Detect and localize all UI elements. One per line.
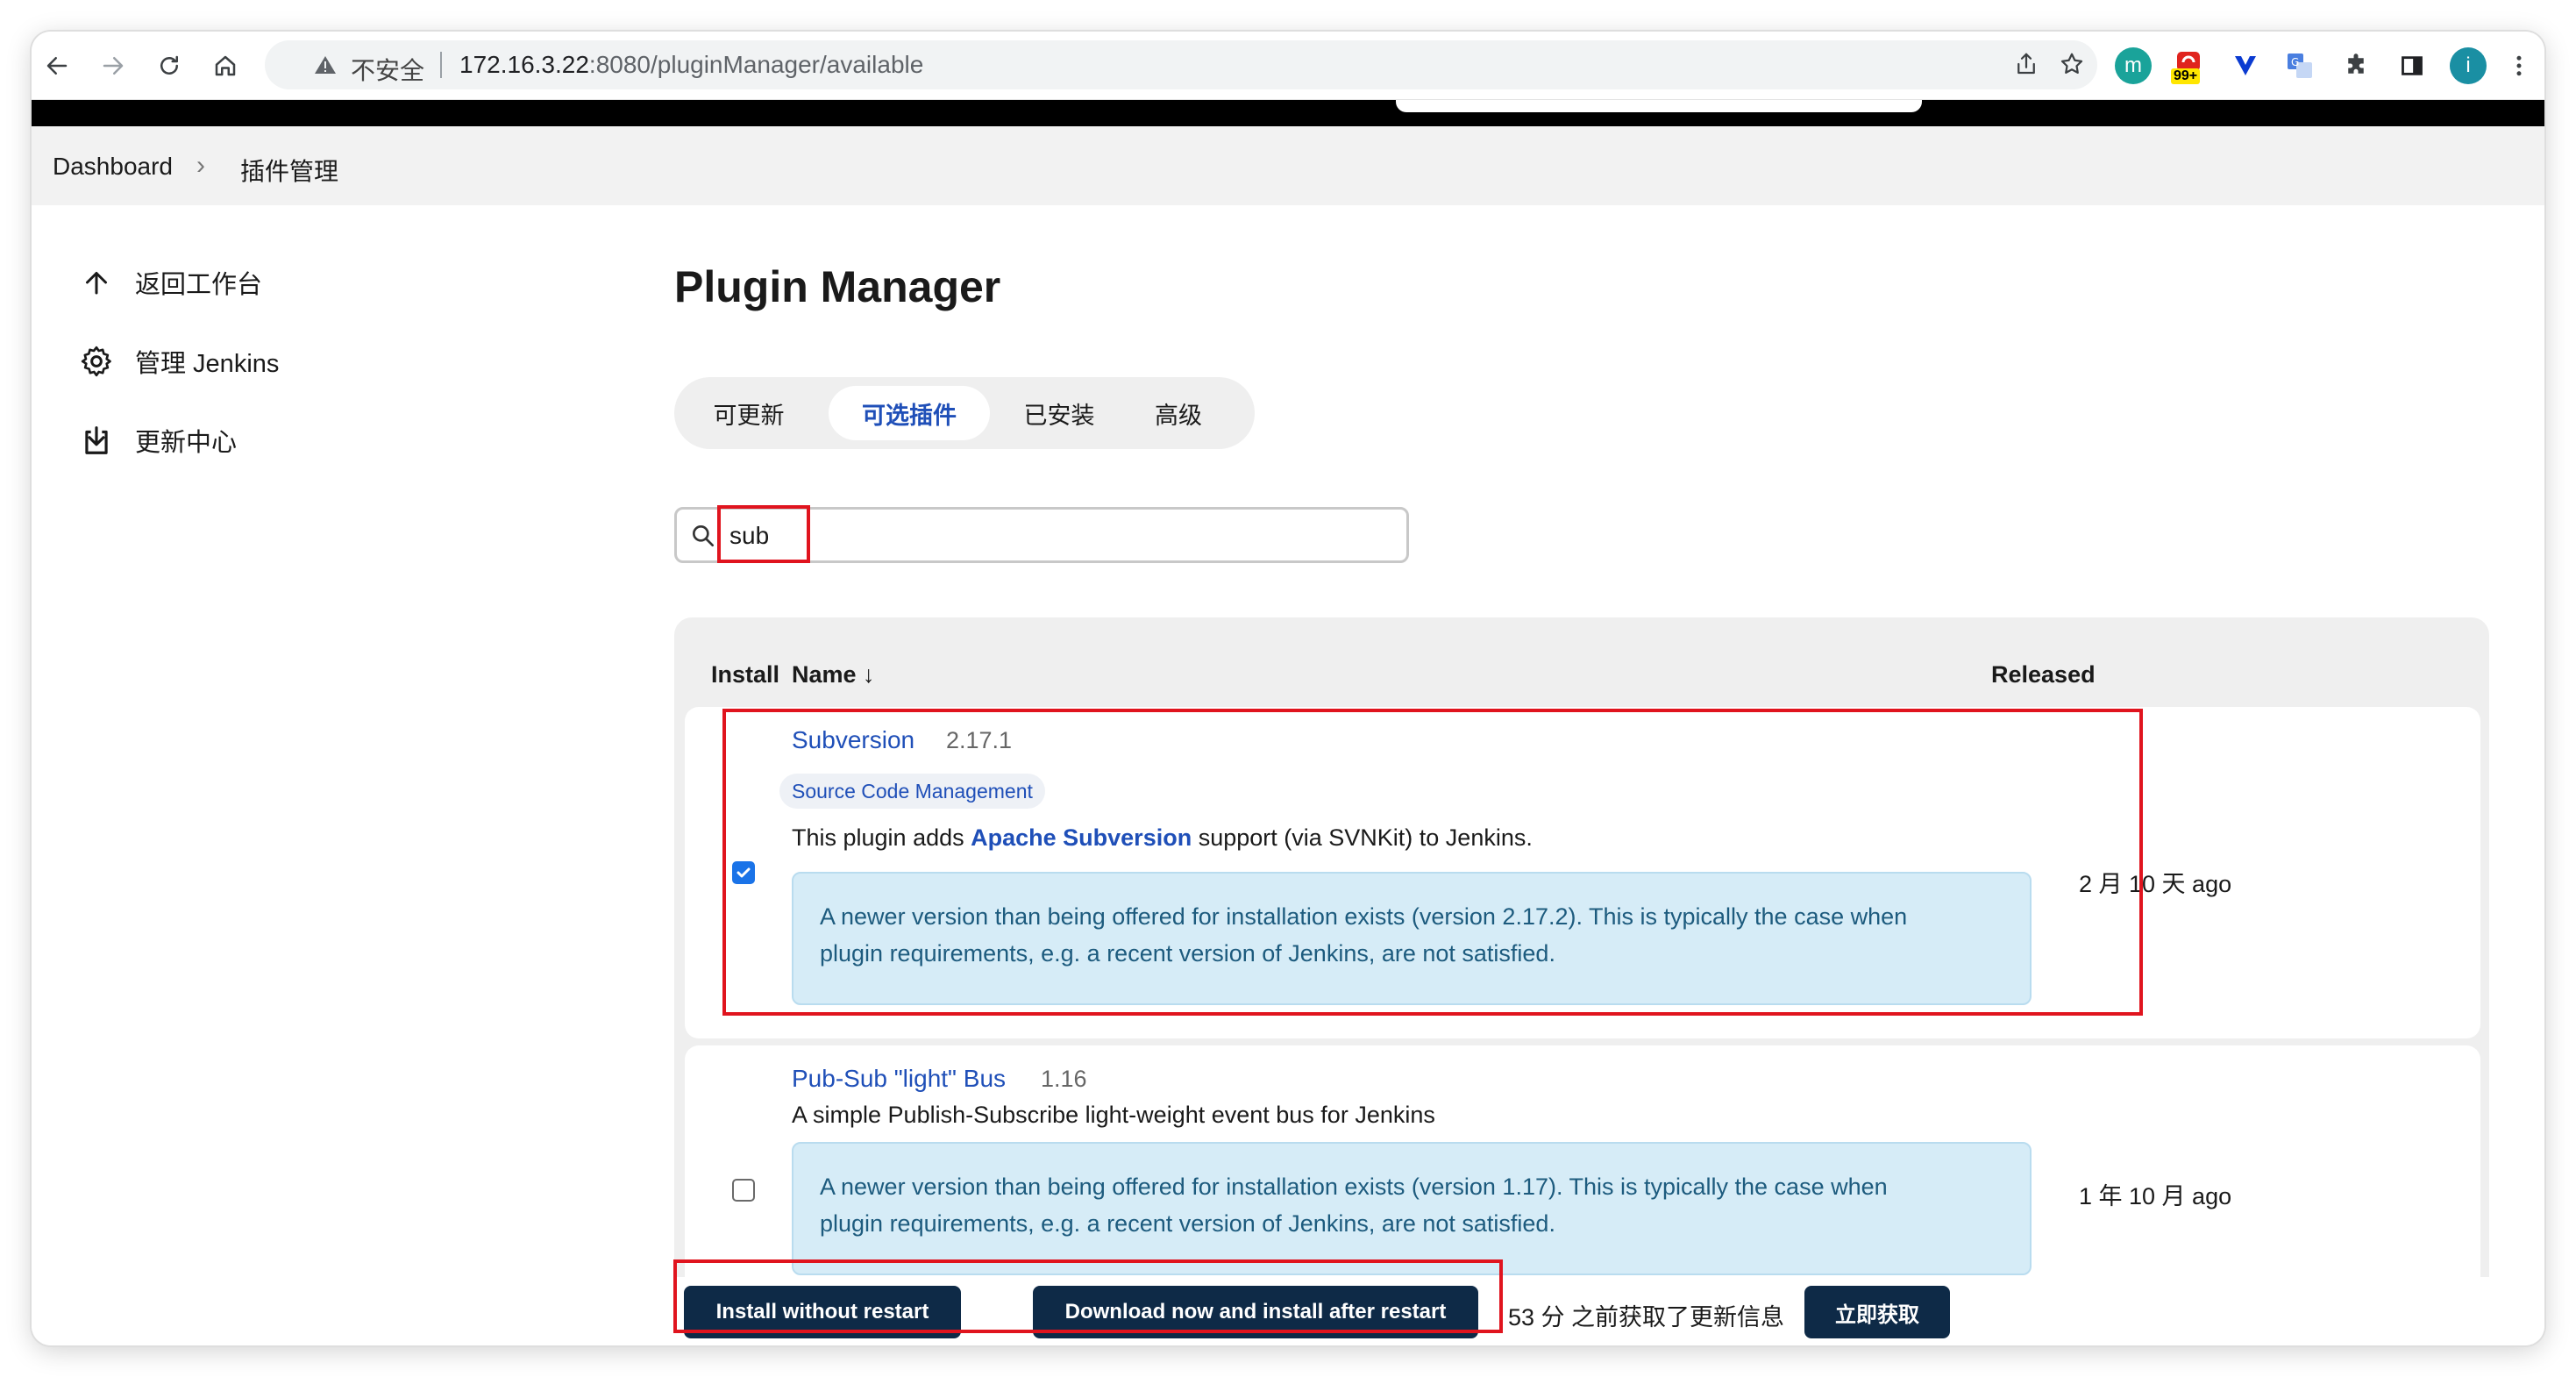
table-row: Subversion 2.17.1 Source Code Management… [685, 707, 2480, 1038]
kebab-menu-icon[interactable] [2502, 49, 2536, 82]
side-panel-icon[interactable] [2394, 47, 2430, 84]
table-row: Pub-Sub "light" Bus 1.16 A simple Publis… [685, 1045, 2480, 1302]
plugin-description: A simple Publish-Subscribe light-weight … [792, 1102, 1435, 1128]
breadcrumb-plugin-manager[interactable]: 插件管理 [240, 153, 338, 188]
svg-text:G: G [2291, 56, 2299, 68]
plugin-version: 2.17.1 [946, 727, 1013, 753]
description-text: support (via SVNKit) to Jenkins. [1192, 824, 1533, 851]
released-date: 2 月 10 天 ago [2079, 871, 2232, 897]
install-checkbox[interactable] [732, 1179, 755, 1202]
sidebar-item-update-center[interactable]: 更新中心 [77, 414, 237, 467]
puzzle-icon[interactable] [2338, 47, 2374, 84]
sidebar-item-label: 管理 Jenkins [135, 350, 280, 378]
browser-window: 不安全 172.16.3.22:8080/pluginManager/avail… [32, 32, 2544, 1345]
chevron-right-icon: › [196, 151, 205, 180]
warning-icon [314, 54, 337, 80]
share-icon[interactable] [2010, 47, 2043, 81]
released-date: 1 年 10 月 ago [2079, 1183, 2232, 1209]
notice-line: A newer version than being offered for i… [820, 1174, 1888, 1200]
profile-avatar-icon[interactable]: i [2450, 47, 2487, 84]
translate-icon[interactable]: G [2281, 47, 2318, 84]
url-host: 172.16.3.22 [459, 51, 589, 78]
update-info-status: 53 分 之前获取了更新信息 [1508, 1304, 1785, 1331]
category-tag[interactable]: Source Code Management [779, 774, 1045, 809]
fetch-now-button[interactable]: 立即获取 [1804, 1286, 1950, 1338]
extension-badge-count: 99+ [2171, 68, 2201, 84]
url-text: 172.16.3.22:8080/pluginManager/available [459, 51, 923, 79]
tab-available[interactable]: 可选插件 [829, 386, 990, 440]
insecure-label: 不安全 [351, 57, 425, 84]
tab-updates[interactable]: 可更新 [692, 386, 806, 440]
apache-subversion-link[interactable]: Apache Subversion [971, 824, 1192, 851]
gear-icon [77, 342, 116, 381]
sidebar-item-back-to-dashboard[interactable]: 返回工作台 [77, 256, 262, 309]
download-icon [77, 421, 116, 460]
notice-line: plugin requirements, e.g. a recent versi… [820, 940, 1555, 967]
plugin-name-link[interactable]: Subversion [792, 726, 914, 754]
sidebar-item-label: 更新中心 [135, 429, 238, 457]
reload-icon[interactable] [153, 49, 186, 82]
header-search-field[interactable] [1396, 100, 1922, 112]
url-path: :8080/pluginManager/available [588, 51, 924, 78]
bottom-action-bar: Install without restart Download now and… [32, 1277, 2544, 1345]
tab-bar: 可更新 可选插件 已安装 高级 [674, 377, 1255, 449]
back-icon[interactable] [40, 49, 74, 82]
breadcrumb-dashboard[interactable]: Dashboard [53, 153, 173, 181]
notice-line: plugin requirements, e.g. a recent versi… [820, 1210, 1555, 1237]
plugin-search [674, 507, 1409, 563]
tab-installed[interactable]: 已安装 [1002, 386, 1116, 440]
plugin-search-input[interactable] [729, 517, 1378, 555]
jenkins-header [32, 100, 2544, 126]
plugin-name-link[interactable]: Pub-Sub "light" Bus [792, 1065, 1006, 1093]
install-without-restart-button[interactable]: Install without restart [684, 1286, 961, 1338]
bookmark-star-icon[interactable] [2055, 47, 2089, 81]
download-install-after-restart-button[interactable]: Download now and install after restart [1033, 1286, 1478, 1338]
arrow-up-icon [77, 263, 116, 302]
column-header-name[interactable]: Name ↓ [792, 661, 875, 688]
version-notice: A newer version than being offered for i… [792, 872, 2032, 1005]
tab-advanced[interactable]: 高级 [1130, 386, 1227, 440]
plugins-table: Install Name ↓ Released Subversion 2.17.… [674, 617, 2489, 1302]
extension-badge-icon[interactable]: 99+ [2171, 47, 2208, 84]
description-text: This plugin adds [792, 824, 971, 851]
breadcrumb: Dashboard › 插件管理 [32, 126, 2544, 205]
column-header-released: Released [1991, 661, 2096, 688]
sidebar-item-label: 返回工作台 [135, 271, 263, 299]
version-notice: A newer version than being offered for i… [792, 1142, 2032, 1275]
search-icon [689, 522, 717, 554]
extension-m-icon[interactable]: m [2115, 47, 2152, 84]
extension-v-icon[interactable] [2227, 47, 2264, 84]
forward-icon[interactable] [96, 49, 130, 82]
column-header-install: Install [711, 661, 780, 688]
sidebar-item-manage-jenkins[interactable]: 管理 Jenkins [77, 335, 279, 388]
plugin-version: 1.16 [1041, 1066, 1087, 1092]
notice-line: A newer version than being offered for i… [820, 903, 1908, 930]
plugin-description: This plugin adds Apache Subversion suppo… [792, 824, 1533, 852]
browser-toolbar: 不安全 172.16.3.22:8080/pluginManager/avail… [32, 32, 2544, 100]
address-bar[interactable]: 不安全 172.16.3.22:8080/pluginManager/avail… [265, 40, 2097, 89]
address-separator [440, 52, 442, 78]
home-icon[interactable] [209, 49, 242, 82]
install-checkbox[interactable] [732, 861, 755, 884]
page-title: Plugin Manager [674, 262, 1001, 311]
